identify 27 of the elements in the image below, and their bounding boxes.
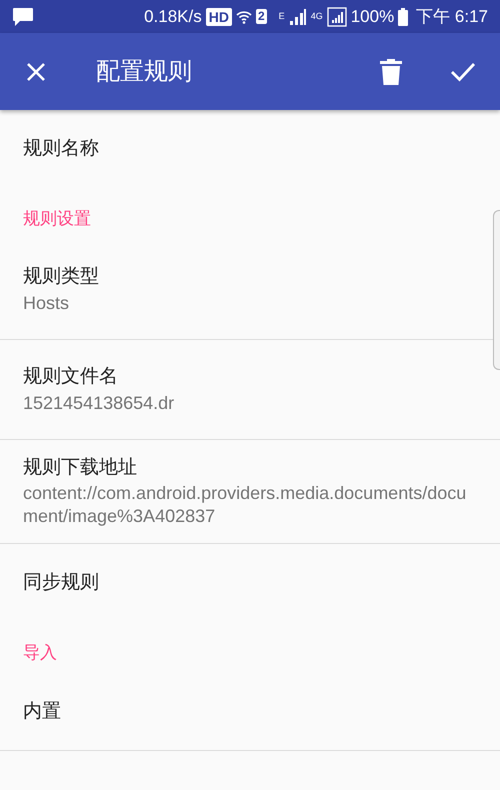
section-header: 导入 (22, 642, 58, 664)
signal-icon (326, 6, 347, 26)
clock: 下午 6:17 (416, 6, 488, 28)
scroll-handle[interactable] (493, 210, 500, 370)
setting-title[interactable]: 规则类型 (23, 263, 477, 292)
network-speed: 0.18K/s (144, 6, 202, 28)
setting-title[interactable]: 内置 (23, 698, 477, 726)
section-header: 规则设置 (22, 208, 92, 230)
network-type: E (278, 10, 285, 23)
setting-value: content://com.android.providers.media.documents/document/image%3A402837 (23, 482, 468, 528)
wifi-icon (236, 8, 252, 24)
setting-value: Hosts (23, 292, 70, 315)
sim-badge: 2 (256, 9, 267, 24)
hd-badge: HD (206, 8, 232, 26)
battery-level: 100% (350, 6, 394, 28)
setting-title[interactable]: 同步规则 (23, 568, 477, 598)
setting-title[interactable]: 规则下载地址 (23, 454, 477, 482)
delete-button[interactable] (380, 58, 402, 84)
confirm-button[interactable] (450, 60, 476, 82)
setting-title[interactable]: 规则文件名 (23, 363, 477, 392)
battery-icon (398, 8, 408, 26)
setting-value: 1521454138654.dr (23, 392, 176, 415)
toolbar-title: 配置规则 (96, 56, 192, 86)
message-icon (12, 6, 34, 26)
setting-title[interactable]: 规则名称 (23, 134, 477, 164)
network-type: 4G (310, 10, 323, 23)
signal-icon (288, 8, 307, 24)
